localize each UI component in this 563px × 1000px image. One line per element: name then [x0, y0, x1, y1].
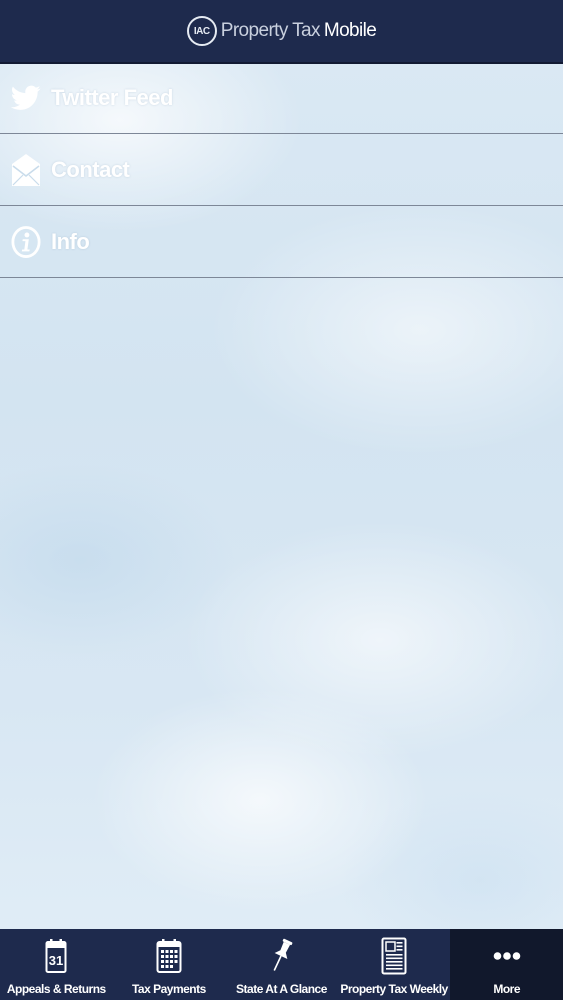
more-menu-list: Twitter Feed Contact Info	[0, 62, 563, 278]
menu-item-label: Info	[51, 228, 90, 254]
twitter-bird-icon	[11, 80, 41, 116]
bottom-tab-bar: 31 Appeals & Returns Tax Payments State …	[0, 929, 563, 1000]
app-header: IAC Property Tax Mobile	[0, 0, 563, 64]
info-icon	[11, 224, 41, 260]
more-dots-icon	[493, 936, 521, 976]
menu-item-twitter-feed[interactable]: Twitter Feed	[0, 62, 563, 134]
tab-label: State At A Glance	[236, 982, 327, 996]
menu-item-contact[interactable]: Contact	[0, 134, 563, 206]
logo-text: IAC	[193, 25, 210, 37]
brand: IAC Property Tax Mobile	[186, 16, 377, 46]
menu-item-info[interactable]: Info	[0, 206, 563, 278]
calendar-day-text: 31	[49, 953, 63, 968]
tab-more[interactable]: More	[450, 929, 563, 1000]
envelope-icon	[11, 152, 41, 188]
tab-property-tax-weekly[interactable]: Property Tax Weekly	[338, 929, 451, 1000]
newspaper-icon	[381, 936, 407, 976]
tab-appeals-returns[interactable]: 31 Appeals & Returns	[0, 929, 113, 1000]
calendar-grid-icon	[156, 936, 182, 976]
calendar-31-icon: 31	[45, 936, 67, 976]
tab-label: More	[493, 982, 520, 996]
menu-item-label: Contact	[51, 156, 130, 182]
app-title-suffix: Mobile	[323, 20, 377, 41]
tab-label: Tax Payments	[131, 982, 206, 996]
pushpin-icon	[269, 936, 293, 976]
tab-label: Property Tax Weekly	[340, 982, 448, 996]
menu-item-label: Twitter Feed	[51, 84, 173, 110]
iac-logo: IAC	[186, 16, 217, 46]
app-title: Property Tax	[220, 20, 321, 41]
tab-label: Appeals & Returns	[6, 982, 106, 996]
tab-state-at-a-glance[interactable]: State At A Glance	[225, 929, 338, 1000]
tab-tax-payments[interactable]: Tax Payments	[113, 929, 226, 1000]
